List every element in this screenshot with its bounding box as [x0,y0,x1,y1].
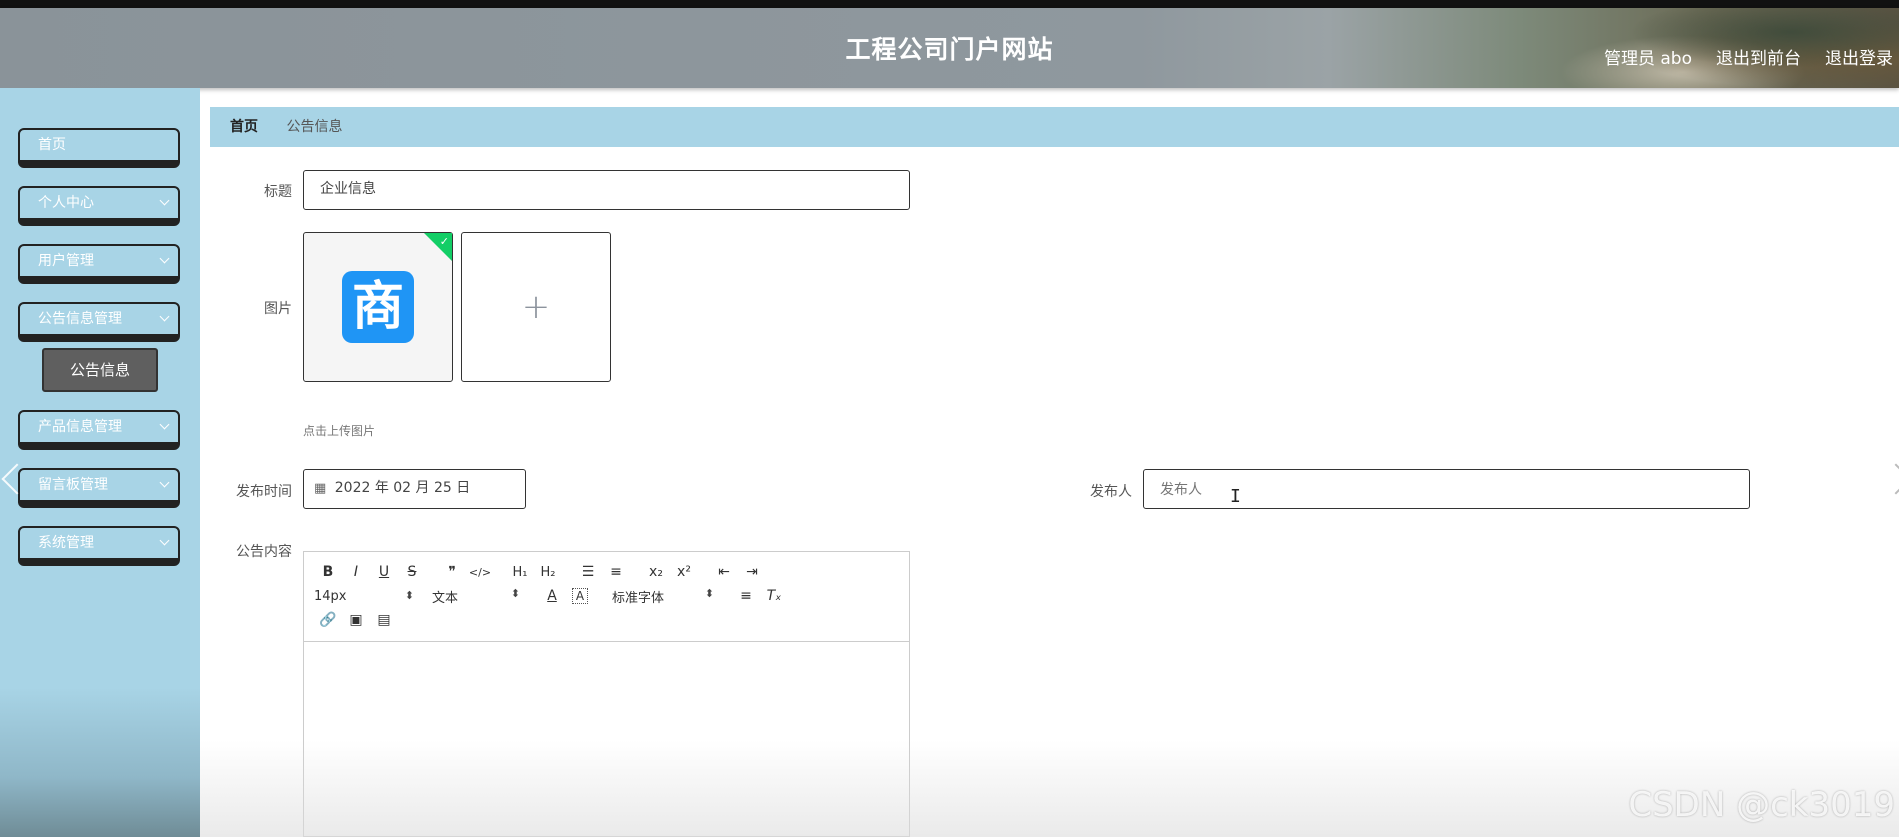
bold-icon[interactable]: B [314,564,342,580]
shop-logo-icon: 商 [342,271,414,343]
rich-text-editor: B I U S ❞ </> H₁ H₂ ☰ ≡ x₂ x² ⇤ ⇥ 14px ⬍… [303,551,910,837]
chevron-down-icon [159,253,170,264]
breadcrumb-home[interactable]: 首页 [230,119,258,135]
font-family-value: 标准字体 [612,590,665,606]
header: 工程公司门户网站 管理员 abo 退出到前台 退出登录 [0,8,1899,88]
background-color-icon[interactable]: A [572,588,588,604]
chevron-right-icon[interactable] [1880,463,1899,495]
clear-format-icon[interactable]: Tₓ [760,588,788,604]
sidebar-menu: 首页 个人中心 用户管理 公告信息管理 公告信息 产品信息管理 留言板管理 系统… [18,128,180,584]
content-label: 公告内容 [236,544,292,560]
sidebar-item-home[interactable]: 首页 [18,128,180,168]
sidebar-item-label: 系统管理 [38,535,94,551]
plus-icon: + [521,287,551,327]
chevron-down-icon [159,195,170,206]
sidebar-item-label: 用户管理 [38,253,94,269]
upload-image-button[interactable]: + [461,232,611,382]
editor-toolbar: B I U S ❞ </> H₁ H₂ ☰ ≡ x₂ x² ⇤ ⇥ 14px ⬍… [304,552,909,642]
publish-time-label: 发布时间 [236,484,292,500]
sidebar-item-label: 个人中心 [38,195,94,211]
indent-icon[interactable]: ⇥ [738,564,766,580]
link-icon[interactable]: 🔗 [314,612,342,628]
font-color-icon[interactable]: A [538,588,566,604]
outdent-icon[interactable]: ⇤ [710,564,738,580]
video-icon[interactable]: ▤ [370,612,398,628]
align-icon[interactable]: ≡ [732,588,760,604]
italic-icon[interactable]: I [342,564,370,580]
logout-link[interactable]: 退出登录 [1825,44,1893,69]
chevron-down-icon [159,535,170,546]
font-size-select[interactable]: 14px [314,589,414,604]
superscript-icon[interactable]: x² [670,564,698,580]
upload-hint: 点击上传图片 [303,424,376,438]
sidebar-item-personal-center[interactable]: 个人中心 [18,186,180,226]
font-family-select[interactable]: 标准字体 [612,587,714,606]
sidebar-item-notice-management[interactable]: 公告信息管理 [18,302,180,342]
heading-1-icon[interactable]: H₁ [506,565,534,580]
sidebar: 首页 个人中心 用户管理 公告信息管理 公告信息 产品信息管理 留言板管理 系统… [0,88,200,837]
image-label: 图片 [264,301,292,317]
publish-date-picker[interactable]: ▦ 2022 年 02 月 25 日 [303,469,526,509]
sidebar-item-message-board[interactable]: 留言板管理 [18,468,180,508]
blockquote-icon[interactable]: ❞ [438,564,466,580]
sidebar-item-label: 产品信息管理 [38,419,122,435]
heading-2-icon[interactable]: H₂ [534,565,562,580]
sidebar-subitem-notice-info[interactable]: 公告信息 [42,348,158,392]
editor-content-area[interactable] [304,642,909,837]
publish-date-value: 2022 年 02 月 25 日 [334,480,471,496]
title-input[interactable]: 企业信息 [303,170,910,210]
uploaded-image-thumbnail[interactable]: 商 ✓ [303,232,453,382]
calendar-icon: ▦ [314,481,327,496]
sidebar-item-label: 留言板管理 [38,477,108,493]
text-cursor-icon: I [1230,486,1241,507]
strikethrough-icon[interactable]: S [398,564,426,580]
ordered-list-icon[interactable]: ☰ [574,564,602,580]
sidebar-item-product-management[interactable]: 产品信息管理 [18,410,180,450]
block-type-select[interactable]: 文本 [432,587,520,606]
sidebar-item-label: 公告信息管理 [38,311,122,327]
chevron-down-icon [159,419,170,430]
top-bar [0,0,1899,8]
breadcrumb: 首页 公告信息 [210,107,1899,147]
block-type-value: 文本 [432,590,459,606]
header-links: 管理员 abo 退出到前台 退出登录 [1604,44,1893,69]
sidebar-item-label: 首页 [38,137,66,153]
title-label: 标题 [264,184,292,200]
sidebar-item-user-management[interactable]: 用户管理 [18,244,180,284]
code-block-icon[interactable]: </> [466,566,494,579]
underline-icon[interactable]: U [370,564,398,580]
exit-to-front-link[interactable]: 退出到前台 [1716,44,1801,69]
chevron-down-icon [159,311,170,322]
image-icon[interactable]: ▣ [342,612,370,628]
subscript-icon[interactable]: x₂ [642,564,670,580]
breadcrumb-current: 公告信息 [286,119,343,135]
watermark: CSDN @ck3019 [1628,785,1895,825]
publisher-label: 发布人 [1090,484,1132,500]
check-icon: ✓ [439,235,449,248]
admin-user-label[interactable]: 管理员 abo [1604,44,1692,69]
font-size-value: 14px [314,588,347,604]
title-input-value: 企业信息 [320,181,376,197]
bullet-list-icon[interactable]: ≡ [602,564,630,580]
sidebar-item-system-management[interactable]: 系统管理 [18,526,180,566]
chevron-down-icon [159,477,170,488]
